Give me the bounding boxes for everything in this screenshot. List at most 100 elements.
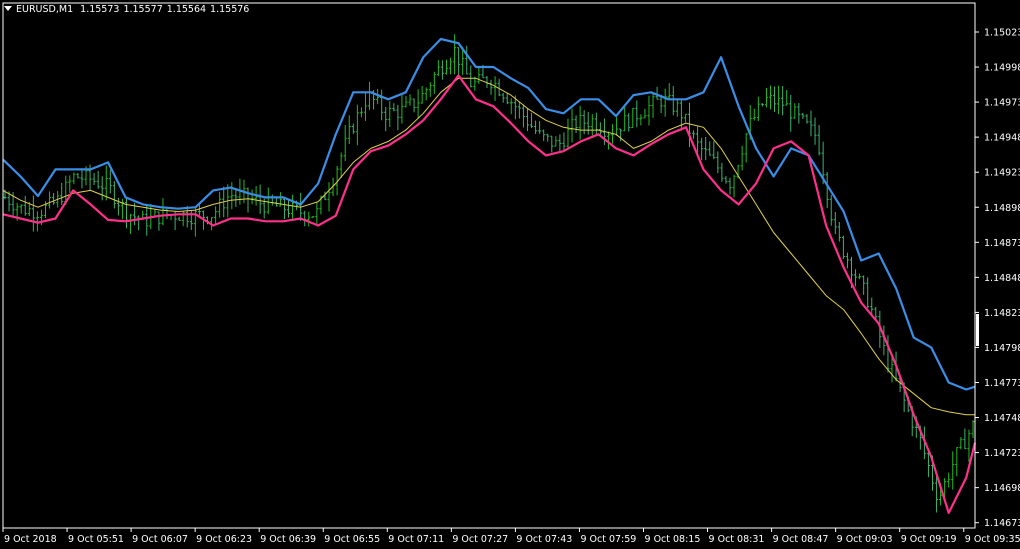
y-tick-label: 1.14923 [984,168,1020,179]
y-tick-label: 1.14948 [984,133,1020,144]
x-tick-label: 9 Oct 06:55 [324,534,380,545]
price-bar [947,472,951,488]
price-bar [250,189,254,205]
price-bar [586,111,590,135]
price-bar [177,216,181,221]
x-tick-label: 9 Oct 06:23 [196,534,252,545]
price-bar [854,269,858,287]
price-bar [789,94,793,132]
price-bar [955,447,959,477]
price-bar [509,98,513,115]
price-bar [234,188,238,207]
x-tick-label: 9 Oct 05:51 [68,534,124,545]
price-bar [566,118,570,148]
y-tick-label: 1.14673 [984,518,1020,529]
price-bar [530,112,534,128]
price-bar [432,71,436,94]
price-bar [858,273,862,280]
price-bar [829,195,833,226]
price-bar [218,191,222,218]
x-tick-label: 9 Oct 08:15 [645,534,701,545]
price-bar [683,113,687,123]
price-bar [692,130,696,139]
price-bar [578,105,582,140]
price-bar [214,206,218,226]
price-bar [270,194,274,206]
price-bar [48,191,52,209]
price-bars [3,34,975,513]
y-tick-label: 1.14798 [984,343,1020,354]
y-tick-label: 1.14748 [984,413,1020,424]
price-bar [627,113,631,132]
chart-area[interactable]: 1.15023 1.14998 1.14973 1.14948 1.14923 1.148… [0,0,1020,549]
price-bar [817,125,821,156]
x-tick-label: 9 Oct 09:19 [901,534,957,545]
y-tick-label: 1.14723 [984,448,1020,459]
x-tick-label: 9 Oct 09:03 [837,534,893,545]
price-bar [635,100,639,128]
price-bar [647,95,651,126]
high-value: 1.15577 [123,4,163,15]
price-bar [837,221,841,242]
price-bar [108,169,112,194]
price-bar [825,171,829,209]
price-bar [449,57,453,75]
y-tick-label: 1.14848 [984,273,1020,284]
symbol-header: EURUSD,M1 1.15573 1.15577 1.15564 1.15576 [4,4,253,15]
price-bar [554,136,558,147]
price-bar [396,104,400,131]
price-bar [704,136,708,161]
price-bar [667,83,671,101]
upper-band-line [2,37,976,391]
price-bar [598,122,602,136]
collapse-triangle-icon[interactable] [4,6,12,11]
price-bar [671,86,675,116]
price-bar [72,172,76,185]
price-bar [368,81,372,110]
price-bar [145,204,149,236]
price-bar [801,112,805,119]
price-bar [538,121,542,134]
price-bar [457,47,461,77]
price-bar [424,87,428,101]
price-bar [428,82,432,97]
price-bar [615,117,619,136]
price-bar [797,103,801,124]
price-chart[interactable]: 1.15023 1.14998 1.14973 1.14948 1.14923 1.148… [0,0,1020,549]
price-bar [469,65,473,88]
price-bar [23,195,27,216]
price-bar [137,215,141,231]
y-tick-label: 1.15023 [984,28,1020,39]
price-bar [720,162,724,182]
price-bar [436,60,440,76]
price-bar [756,96,760,122]
price-bar [388,101,392,127]
price-bar [651,92,655,118]
price-bar [517,101,521,119]
price-bar [716,151,720,174]
price-bar [777,85,781,115]
x-tick-label: 9 Oct 06:07 [132,534,188,545]
price-bar [971,420,975,439]
price-bar [639,114,643,126]
price-bar [412,98,416,113]
price-bar [92,172,96,186]
price-bar [355,104,359,146]
x-tick-label: 9 Oct 2018 [4,534,57,545]
price-bar [112,181,116,209]
price-bar [311,216,315,219]
price-bar [728,177,732,195]
middle-line [2,77,975,416]
price-bar [104,165,108,201]
price-bar [60,182,64,205]
price-bar [623,106,627,132]
price-bar [663,88,667,117]
price-bar [525,107,529,132]
lower-band-line [2,74,977,514]
price-bar [351,123,355,134]
x-tick-label: 9 Oct 07:59 [580,534,636,545]
price-bar [274,198,278,207]
price-bar [347,115,351,145]
price-bar [96,170,100,189]
price-bar [582,110,586,135]
